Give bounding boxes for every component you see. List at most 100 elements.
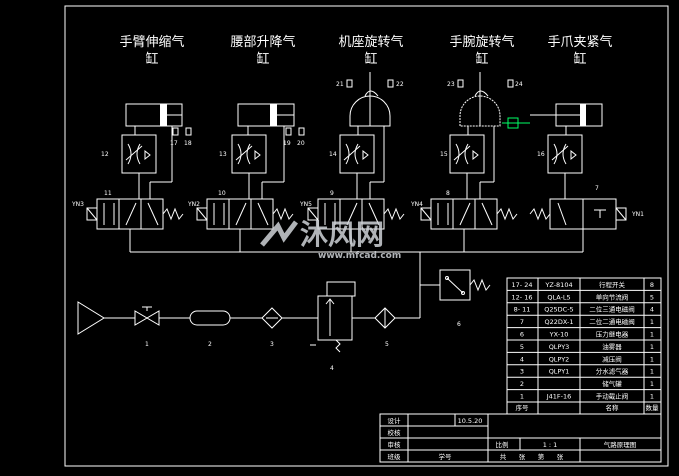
parts-row-qty: 1 — [650, 393, 654, 401]
num-18: 18 — [184, 140, 192, 147]
parts-header-name: 名称 — [606, 403, 620, 412]
tb-review-label: 审核 — [388, 440, 402, 449]
watermark-brand: 沐风网 — [300, 218, 384, 251]
parts-row-code: QLPY3 — [549, 343, 570, 351]
cylinder-4-title-line1: 手腕旋转气 — [449, 34, 514, 50]
parts-row-code: YX-10 — [549, 331, 569, 339]
parts-row-code: QLA-L5 — [547, 293, 570, 301]
parts-row-qty: 8 — [650, 281, 654, 289]
solenoid-valve-7 — [529, 198, 627, 252]
valve-tag-yn5: YN5 — [299, 201, 312, 208]
num-17: 17 — [170, 140, 178, 147]
parts-row-code: QLPY2 — [549, 355, 570, 363]
cylinder-5-title-line2: 缸 — [573, 51, 586, 67]
num-9: 9 — [330, 190, 334, 197]
throttle-valve-12 — [121, 134, 173, 199]
valve-tag-yn1: YN1 — [631, 211, 644, 218]
num-20: 20 — [297, 140, 305, 147]
valve-tag-yn2: YN2 — [187, 201, 200, 208]
air-source-symbol — [77, 301, 105, 335]
num-3: 3 — [270, 341, 274, 348]
gripper-cylinder — [530, 103, 603, 135]
tb-sheet-word: 张 — [557, 452, 564, 461]
tb-design-date: 10.5.20 — [458, 417, 483, 425]
tb-sheets-total: 共 — [500, 452, 507, 461]
cylinder-3-title-line2: 缸 — [364, 51, 377, 67]
parts-row-seq: 5 — [520, 343, 524, 351]
num-12: 12 — [101, 151, 109, 158]
parts-row-name: 二位二通电磁阀 — [589, 317, 635, 326]
solenoid-valve-8 — [420, 198, 518, 252]
watermark: 沐风网 www.mfcad.com — [260, 218, 401, 261]
parts-row-code: YZ-8104 — [544, 281, 572, 289]
parts-row-name: 储气罐 — [602, 379, 622, 388]
parts-row-qty: 1 — [650, 355, 654, 363]
tb-scale-value: 1 : 1 — [543, 441, 558, 449]
throttle-valve-15 — [449, 134, 495, 199]
tb-sheet-no: 第 — [538, 452, 545, 461]
num-2: 2 — [208, 341, 212, 348]
parts-row-code: QLPY1 — [549, 368, 570, 376]
watermark-url: www.mfcad.com — [318, 251, 401, 261]
limit-switches-17-18 — [172, 127, 192, 136]
parts-row-name: 油雾器 — [602, 342, 622, 351]
solenoid-valve-11 — [86, 198, 184, 252]
parts-row-qty: 1 — [650, 380, 654, 388]
parts-row-name: 手动截止阀 — [596, 392, 629, 401]
limit-switches-19-20 — [285, 127, 305, 136]
parts-row-qty: 1 — [650, 331, 654, 339]
num-19: 19 — [283, 140, 291, 147]
pressure-reducer-symbol — [317, 295, 353, 341]
tb-scale-label: 比例 — [496, 440, 509, 449]
parts-row-qty: 5 — [650, 293, 654, 301]
parts-header-seq: 序号 — [516, 403, 530, 412]
tb-student-no-label: 学号 — [439, 452, 453, 461]
num-13: 13 — [219, 151, 227, 158]
parts-row-code: Q25DC-5 — [544, 306, 573, 314]
num-11: 11 — [104, 190, 112, 197]
parts-row-code: Q22DX-1 — [544, 318, 573, 326]
cylinder-1-title-line1: 手臂伸缩气 — [119, 34, 184, 50]
parts-row-seq: 4 — [520, 355, 524, 363]
air-tank-symbol — [189, 310, 231, 326]
parts-row-qty: 1 — [650, 318, 654, 326]
num-5: 5 — [385, 341, 389, 348]
parts-row-name: 减压阀 — [602, 354, 622, 363]
num-4: 4 — [330, 365, 334, 372]
air-source-chain — [77, 269, 491, 353]
parts-row-name: 分水滤气器 — [596, 367, 629, 376]
pneumatic-circuit-drawing: 手臂伸缩气 缸 腰部升降气 缸 机座旋转气 缸 手腕旋转气 缸 手爪夹紧气 缸 — [64, 5, 669, 467]
num-1: 1 — [145, 341, 149, 348]
title-block: 设计 10.5.20 校核 审核 班级 学号 比例 1 : 1 气路原理图 共 … — [379, 413, 662, 463]
arm-cylinder — [125, 103, 183, 135]
parts-table: 17- 24 YZ-8104 行程开关 8 12- 16 QLA-L5 单向节流阀 5 8- 1… — [506, 277, 662, 415]
num-16: 16 — [537, 151, 545, 158]
num-15: 15 — [440, 151, 448, 158]
parts-row-seq: 2 — [520, 380, 524, 388]
parts-row-seq: 1 — [520, 393, 524, 401]
watermark-logo — [260, 220, 298, 247]
num-22: 22 — [396, 81, 404, 88]
parts-row-name: 单向节流阀 — [596, 292, 629, 301]
parts-header-qty: 数量 — [646, 403, 660, 412]
cylinder-4-title-line2: 缸 — [475, 51, 488, 67]
parts-row-code: J41F-16 — [546, 393, 572, 401]
tb-drawing-name: 气路原理图 — [604, 440, 637, 449]
throttle-valve-13 — [231, 134, 285, 199]
num-8: 8 — [446, 190, 450, 197]
tb-class-label: 班级 — [388, 452, 402, 461]
parts-row-name: 行程开关 — [599, 280, 626, 289]
parts-row-seq: 17- 24 — [512, 281, 533, 289]
parts-row-seq: 12- 16 — [512, 293, 533, 301]
cylinder-2-title-line2: 缸 — [256, 51, 269, 67]
parts-row-qty: 1 — [650, 368, 654, 376]
parts-row-seq: 3 — [520, 368, 524, 376]
parts-row-qty: 1 — [650, 343, 654, 351]
num-23: 23 — [447, 81, 455, 88]
shutoff-valve-symbol — [134, 310, 160, 326]
num-14: 14 — [329, 151, 337, 158]
throttle-valve-14 — [339, 134, 385, 199]
cylinder-5-title-line1: 手爪夹紧气 — [547, 34, 612, 50]
cylinder-1-title-line2: 缸 — [145, 51, 158, 67]
valve-tag-yn4: YN4 — [410, 201, 423, 208]
